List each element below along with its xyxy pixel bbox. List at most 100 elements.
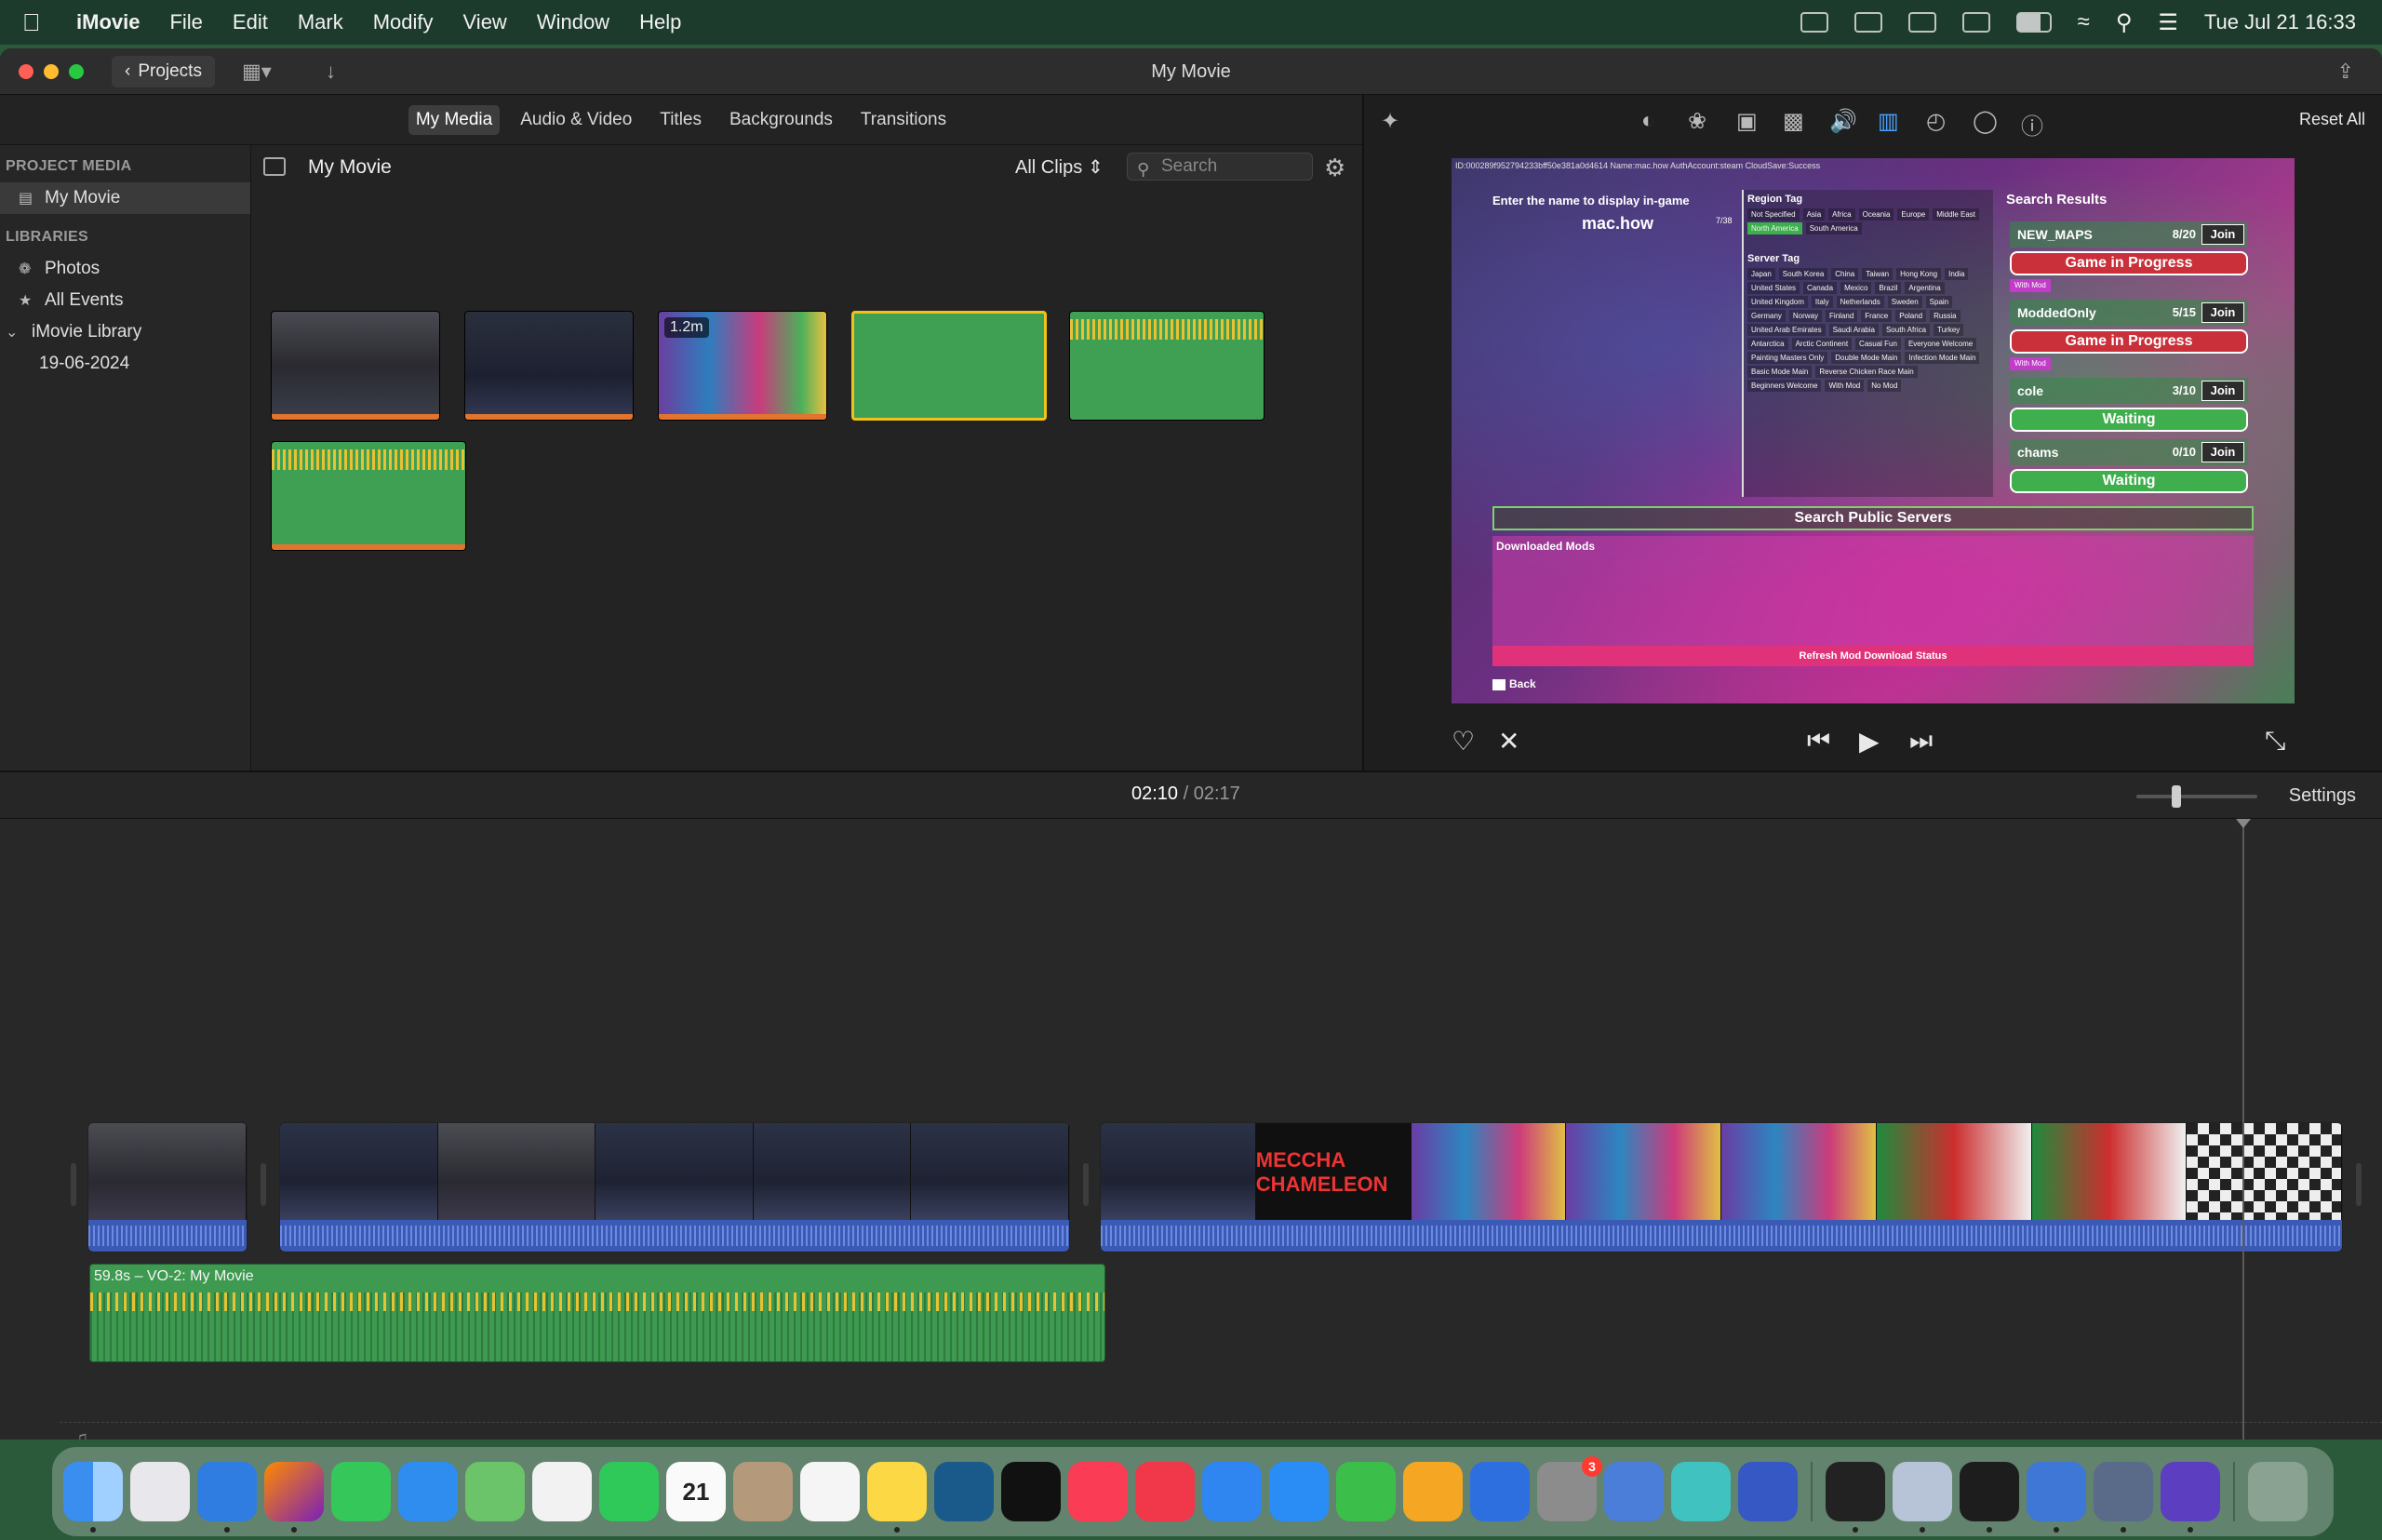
refresh-mod-status-button[interactable]: Refresh Mod Download Status <box>1492 646 2254 666</box>
menu-clock[interactable]: Tue Jul 21 16:33 <box>2204 10 2356 34</box>
tag-chip[interactable]: United Kingdom <box>1747 296 1808 308</box>
media-thumbnail[interactable]: 1.2m <box>658 311 827 421</box>
color-balance-icon[interactable]: ◐ <box>1641 108 1655 134</box>
tag-chip[interactable]: Europe <box>1897 208 1930 221</box>
tag-chip[interactable]: Taiwan <box>1862 268 1894 280</box>
search-public-servers-button[interactable]: Search Public Servers <box>1492 506 2254 530</box>
back-button[interactable]: Back <box>1492 677 1536 690</box>
apple-menu-icon[interactable]:  <box>22 8 58 37</box>
sidebar-item-event-date[interactable]: 19-06-2024 <box>0 348 250 380</box>
automator-icon[interactable] <box>2027 1462 2086 1533</box>
crop-icon[interactable]: ▣ <box>1736 108 1758 135</box>
app-store-icon[interactable] <box>1269 1462 1329 1521</box>
audio-thumbnail[interactable] <box>271 441 466 551</box>
skip-forward-icon[interactable]: ⏭ <box>1909 726 1933 757</box>
tab-backgrounds[interactable]: Backgrounds <box>722 105 840 135</box>
join-button[interactable]: Join <box>2201 381 2244 401</box>
media-thumbnail[interactable] <box>271 311 440 421</box>
tag-chip[interactable]: Antarctica <box>1747 338 1788 350</box>
tab-audio-video[interactable]: Audio & Video <box>513 105 639 135</box>
finder-icon[interactable] <box>63 1462 123 1533</box>
sidebar-item-my-movie[interactable]: ▤ My Movie <box>0 182 250 214</box>
menu-mark[interactable]: Mark <box>298 10 343 34</box>
clip-handle[interactable] <box>261 1163 266 1206</box>
join-button[interactable]: Join <box>2201 224 2244 245</box>
video-preview[interactable]: ID:000289f952794233bff50e381a0d4614 Name… <box>1452 158 2295 703</box>
tab-transitions[interactable]: Transitions <box>853 105 954 135</box>
timeline-clip[interactable] <box>279 1122 1070 1252</box>
search-input[interactable]: ⚲ Search <box>1127 153 1313 181</box>
tag-chip[interactable]: Brazil <box>1875 282 1902 294</box>
mail-icon[interactable] <box>398 1462 458 1521</box>
zoom-window-button[interactable] <box>69 64 84 79</box>
close-window-button[interactable] <box>19 64 33 79</box>
system-settings-icon[interactable]: 3 <box>1537 1456 1602 1521</box>
tag-chip[interactable]: Finland <box>1826 310 1858 322</box>
script-editor-icon[interactable] <box>1671 1462 1731 1521</box>
apple-tv-icon[interactable] <box>1001 1462 1061 1521</box>
firefox-icon[interactable] <box>264 1462 324 1533</box>
spotlight-search-icon[interactable]: ⚲ <box>2116 9 2133 36</box>
tag-chip[interactable]: Arctic Continent <box>1791 338 1853 350</box>
tag-chip[interactable]: Netherlands <box>1836 296 1884 308</box>
timeline-clip[interactable] <box>87 1122 248 1252</box>
clip-handle[interactable] <box>2356 1163 2362 1206</box>
volume-icon[interactable]: 🔊 <box>1829 108 1857 135</box>
chevron-down-icon[interactable]: ⌄ <box>6 323 22 341</box>
xcode-icon[interactable] <box>1470 1462 1530 1521</box>
imovie-icon[interactable] <box>1893 1462 1952 1533</box>
facetime-icon[interactable] <box>599 1462 659 1521</box>
import-arrow-icon[interactable]: ↓ <box>326 60 336 84</box>
remote-desktop-icon[interactable] <box>1738 1462 1798 1521</box>
activity-monitor-icon[interactable] <box>1960 1462 2019 1533</box>
zoom-slider-knob[interactable] <box>2172 785 2181 808</box>
magic-wand-icon[interactable]: ✦ <box>1381 108 1399 135</box>
tag-chip[interactable]: India <box>1945 268 1969 280</box>
freeform-icon[interactable] <box>934 1462 994 1521</box>
menu-modify[interactable]: Modify <box>373 10 434 34</box>
projects-button[interactable]: ‹ Projects <box>112 56 215 87</box>
tag-chip[interactable]: Infection Mode Main <box>1905 352 1980 364</box>
tag-chip[interactable]: Asia <box>1802 208 1826 221</box>
skip-back-icon[interactable]: ⏮ <box>1807 726 1830 757</box>
media-view-icon[interactable]: ▦▾ <box>242 60 272 84</box>
stabilization-icon[interactable]: ▩ <box>1783 108 1804 135</box>
menu-edit[interactable]: Edit <box>233 10 268 34</box>
menu-app-name[interactable]: iMovie <box>76 10 140 34</box>
sidebar-item-imovie-library[interactable]: ⌄ iMovie Library <box>0 316 250 348</box>
reset-all-button[interactable]: Reset All <box>2299 110 2365 129</box>
trash-icon[interactable] <box>2248 1462 2308 1521</box>
pages-icon[interactable] <box>1403 1462 1463 1521</box>
news-icon[interactable] <box>1135 1462 1195 1521</box>
tag-chip[interactable]: Argentina <box>1905 282 1945 294</box>
gear-icon[interactable]: ⚙ <box>1324 154 1345 182</box>
sidebar-item-all-events[interactable]: ★ All Events <box>0 285 250 316</box>
clips-filter-dropdown[interactable]: All Clips ⇕ <box>1015 155 1104 179</box>
sidebar-item-photos[interactable]: ❁ Photos <box>0 253 250 285</box>
photos-app-icon[interactable] <box>532 1462 592 1521</box>
clip-handle[interactable] <box>71 1163 76 1206</box>
tag-chip[interactable]: France <box>1861 310 1893 322</box>
menu-view[interactable]: View <box>463 10 507 34</box>
zoom-slider-track[interactable] <box>2136 795 2257 798</box>
tag-chip[interactable]: South Africa <box>1881 324 1931 336</box>
music-icon[interactable] <box>1068 1462 1128 1521</box>
menu-help[interactable]: Help <box>639 10 681 34</box>
tag-chip[interactable]: Poland <box>1895 310 1927 322</box>
preview-icon[interactable] <box>1604 1462 1664 1521</box>
tag-chip[interactable]: Saudi Arabia <box>1828 324 1879 336</box>
color-correction-icon[interactable]: ❀ <box>1688 108 1706 135</box>
voiceover-clip[interactable]: 59.8s – VO-2: My Movie <box>89 1264 1105 1362</box>
tag-chip[interactable]: Japan <box>1747 268 1775 280</box>
wifi-icon[interactable]: ≈ <box>2078 9 2090 35</box>
control-center-icon[interactable]: ☰ <box>2158 9 2178 36</box>
tag-chip[interactable]: North America <box>1747 222 1802 234</box>
safari-icon[interactable] <box>197 1462 257 1533</box>
tag-chip[interactable]: Germany <box>1747 310 1786 322</box>
tag-chip[interactable]: Sweden <box>1887 296 1922 308</box>
tag-chip[interactable]: Mexico <box>1840 282 1872 294</box>
heart-icon[interactable]: ♡ <box>1452 726 1475 757</box>
tag-chip[interactable]: China <box>1831 268 1859 280</box>
menu-window[interactable]: Window <box>537 10 609 34</box>
tag-chip[interactable]: Not Specified <box>1747 208 1800 221</box>
